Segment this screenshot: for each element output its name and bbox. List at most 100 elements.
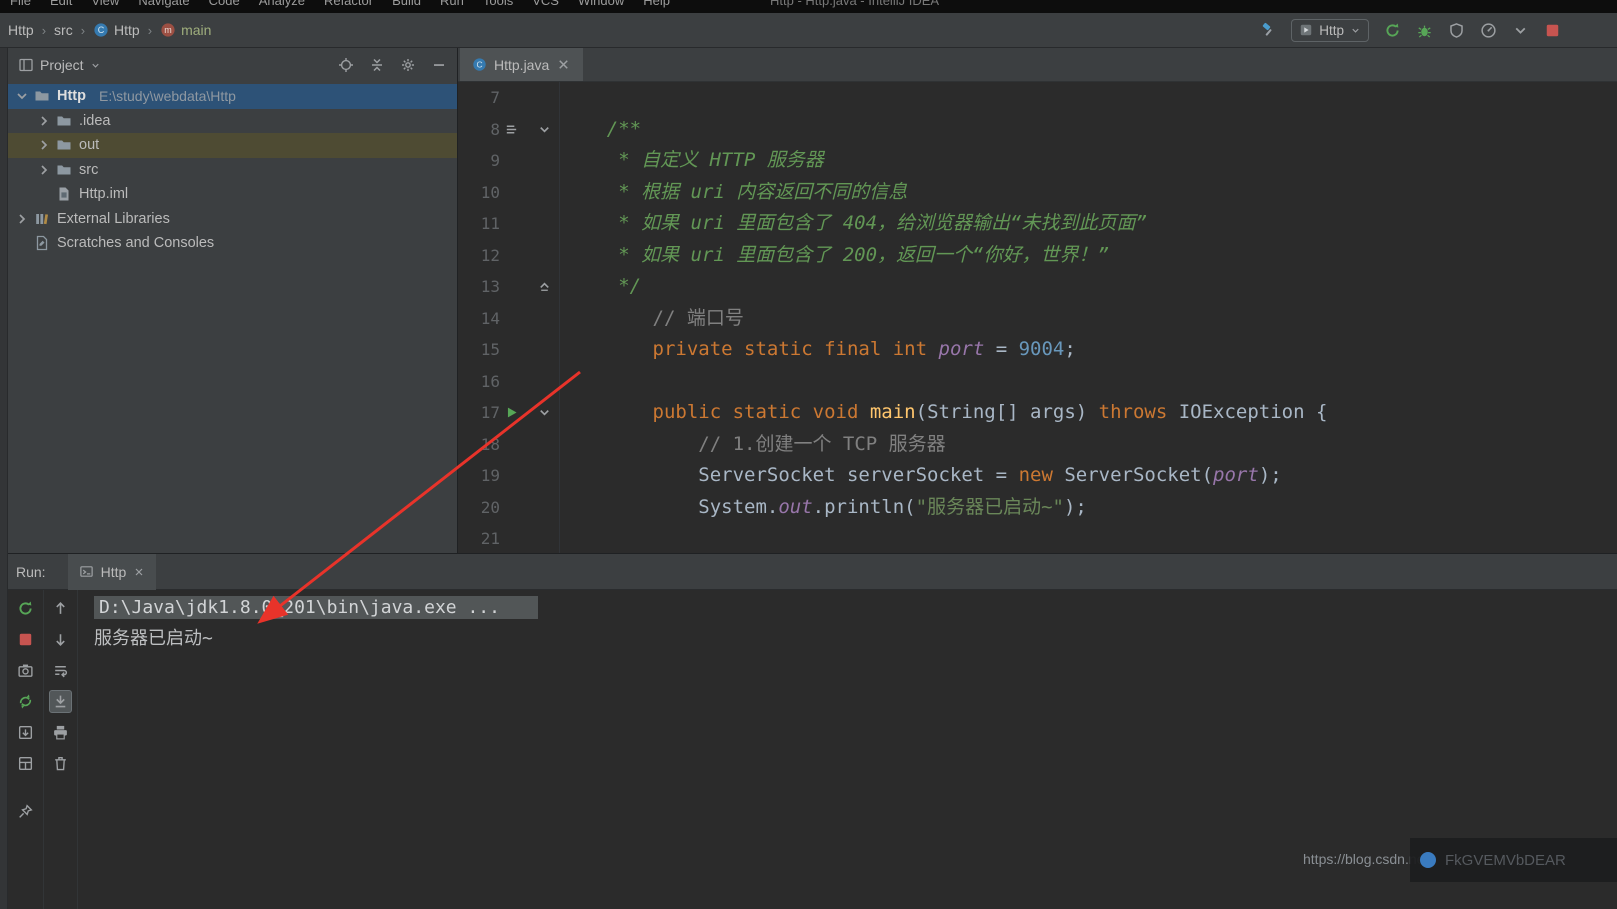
sync-green-icon[interactable] bbox=[17, 693, 34, 710]
print-icon[interactable] bbox=[52, 724, 69, 741]
run-panel-label: Run: bbox=[16, 564, 46, 580]
line-number: 20 bbox=[462, 498, 500, 517]
tree-item-out[interactable]: out bbox=[8, 133, 457, 158]
chevron-down-icon[interactable] bbox=[90, 60, 101, 71]
project-pane-icon bbox=[18, 57, 34, 73]
menu-help[interactable]: Help bbox=[643, 0, 670, 8]
menu-tools[interactable]: Tools bbox=[483, 0, 513, 8]
line-number: 14 bbox=[462, 309, 500, 328]
menu-vcs[interactable]: VCS bbox=[532, 0, 559, 8]
project-panel-header: Project bbox=[8, 48, 457, 82]
tree-item-label: .idea bbox=[79, 113, 110, 129]
tab-http-java[interactable]: C Http.java bbox=[460, 48, 583, 81]
run-config-selector[interactable]: Http bbox=[1291, 19, 1369, 42]
coverage-icon[interactable] bbox=[1448, 22, 1465, 39]
code-line-13: */ bbox=[561, 271, 1617, 303]
gutter-line-12: 12 bbox=[458, 240, 559, 272]
collapse-all-icon[interactable] bbox=[369, 57, 385, 73]
restore-layout-icon[interactable] bbox=[17, 724, 34, 741]
tree-indent-spacer bbox=[14, 235, 30, 251]
code-line-11: * 如果 uri 里面包含了 404，给浏览器输出“未找到此页面” bbox=[561, 208, 1617, 240]
tree-item-label: out bbox=[79, 137, 99, 153]
project-toolbar bbox=[338, 57, 447, 73]
code-token: * 如果 uri 里面包含了 200，返回一个“你好，世界！” bbox=[618, 244, 1109, 266]
close-icon[interactable] bbox=[556, 57, 571, 72]
chevron-right-icon[interactable] bbox=[36, 113, 52, 129]
locate-icon[interactable] bbox=[338, 57, 354, 73]
menu-code[interactable]: Code bbox=[209, 0, 240, 8]
gutter-line-11: 11 bbox=[458, 208, 559, 240]
build-hammer-icon[interactable] bbox=[1260, 22, 1276, 38]
tree-item-src[interactable]: src bbox=[8, 158, 457, 183]
rerun-icon[interactable] bbox=[17, 600, 34, 617]
code-token: * 自定义 HTTP 服务器 bbox=[618, 149, 824, 171]
line-number: 8 bbox=[462, 120, 500, 139]
chevron-down-icon[interactable] bbox=[1512, 22, 1529, 39]
up-arrow-icon[interactable] bbox=[52, 600, 69, 617]
menu-build[interactable]: Build bbox=[392, 0, 421, 8]
breadcrumb-item-main[interactable]: mmain bbox=[157, 22, 214, 38]
tree-item-label: Http.iml bbox=[79, 186, 128, 202]
breadcrumb-item-http[interactable]: Http bbox=[5, 22, 37, 38]
stop-icon[interactable] bbox=[1544, 22, 1561, 39]
close-icon[interactable] bbox=[133, 566, 145, 578]
menu-file[interactable]: File bbox=[10, 0, 31, 8]
menu-window[interactable]: Window bbox=[578, 0, 624, 8]
scroll-end-icon[interactable] bbox=[49, 690, 72, 713]
camera-icon[interactable] bbox=[17, 662, 34, 679]
menu-navigate[interactable]: Navigate bbox=[138, 0, 189, 8]
tree-item-external-libraries[interactable]: External Libraries bbox=[8, 207, 457, 232]
trash-icon[interactable] bbox=[52, 755, 69, 772]
editor-code[interactable]: /** * 自定义 HTTP 服务器 * 根据 uri 内容返回不同的信息 * … bbox=[561, 82, 1617, 553]
run-tab-http[interactable]: Http bbox=[68, 554, 157, 590]
run-toolbar-icons bbox=[1384, 22, 1561, 39]
ide-window: File Edit View Navigate Code Analyze Refactor B… bbox=[0, 0, 1617, 909]
debug-icon[interactable] bbox=[1416, 22, 1433, 39]
code-token bbox=[561, 244, 618, 266]
navigation-bar: Http›src›CHttp›mmain Http bbox=[0, 13, 1617, 48]
menu-refactor[interactable]: Refactor bbox=[324, 0, 373, 8]
fold-down-icon[interactable] bbox=[537, 122, 552, 137]
minimize-icon[interactable] bbox=[431, 57, 447, 73]
gutter-line-18: 18 bbox=[458, 429, 559, 461]
line-number: 21 bbox=[462, 529, 500, 548]
stop-icon[interactable] bbox=[17, 631, 34, 648]
tree-item-http-iml[interactable]: Http.iml bbox=[8, 182, 457, 207]
chevron-right-icon[interactable] bbox=[36, 137, 52, 153]
tree-item--idea[interactable]: .idea bbox=[8, 109, 457, 134]
line-number: 18 bbox=[462, 435, 500, 454]
app-run-config-icon bbox=[1299, 23, 1313, 37]
menu-view[interactable]: View bbox=[91, 0, 119, 8]
pin-icon[interactable] bbox=[17, 803, 34, 820]
menu-edit[interactable]: Edit bbox=[50, 0, 72, 8]
chevron-right-icon[interactable] bbox=[36, 162, 52, 178]
fold-up-icon[interactable] bbox=[537, 279, 552, 294]
breadcrumb-label: Http bbox=[114, 22, 140, 38]
gear-icon[interactable] bbox=[400, 57, 416, 73]
profiler-icon[interactable] bbox=[1480, 22, 1497, 39]
doc-render-icon[interactable] bbox=[504, 122, 519, 137]
menu-run[interactable]: Run bbox=[440, 0, 464, 8]
chevron-right-icon[interactable] bbox=[14, 211, 30, 227]
code-token: main bbox=[870, 401, 916, 423]
code-token bbox=[561, 307, 653, 329]
breadcrumb-label: Http bbox=[8, 22, 34, 38]
soft-wrap-icon[interactable] bbox=[52, 662, 69, 679]
gutter-line-15: 15 bbox=[458, 334, 559, 366]
fold-down-icon[interactable] bbox=[537, 405, 552, 420]
project-panel: Project HttpE:\study\webdata\Http .idea ou… bbox=[8, 48, 458, 553]
chevron-down-icon[interactable] bbox=[14, 88, 30, 104]
breadcrumb-item-src[interactable]: src bbox=[51, 22, 76, 38]
down-arrow-icon[interactable] bbox=[52, 631, 69, 648]
run-icon[interactable] bbox=[504, 405, 519, 420]
tree-item-http[interactable]: HttpE:\study\webdata\Http bbox=[8, 84, 457, 109]
rerun-icon[interactable] bbox=[1384, 22, 1401, 39]
tree-item-scratches-and-consoles[interactable]: Scratches and Consoles bbox=[8, 231, 457, 256]
line-number: 16 bbox=[462, 372, 500, 391]
code-token: IOException { bbox=[1167, 401, 1327, 423]
layout-icon[interactable] bbox=[17, 755, 34, 772]
method-icon: m bbox=[160, 22, 176, 38]
menu-analyze[interactable]: Analyze bbox=[259, 0, 305, 8]
code-line-10: * 根据 uri 内容返回不同的信息 bbox=[561, 177, 1617, 209]
breadcrumb-item-http[interactable]: CHttp bbox=[90, 22, 143, 38]
